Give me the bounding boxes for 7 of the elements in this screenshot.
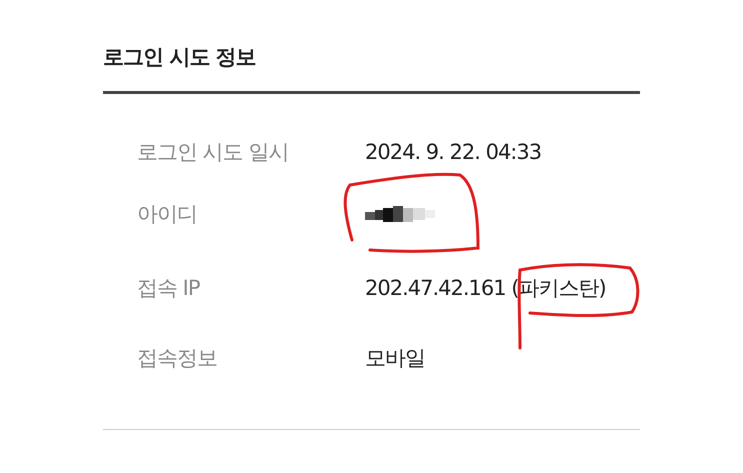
- field-value: 2024. 9. 22. 04:33: [365, 140, 542, 164]
- field-value: 모바일: [365, 344, 425, 372]
- field-label: 아이디: [137, 201, 198, 228]
- field-label: 로그인 시도 일시: [137, 139, 290, 166]
- field-label: 접속 IP: [137, 275, 201, 302]
- section-title: 로그인 시도 정보: [103, 44, 257, 71]
- field-label: 접속정보: [137, 344, 218, 372]
